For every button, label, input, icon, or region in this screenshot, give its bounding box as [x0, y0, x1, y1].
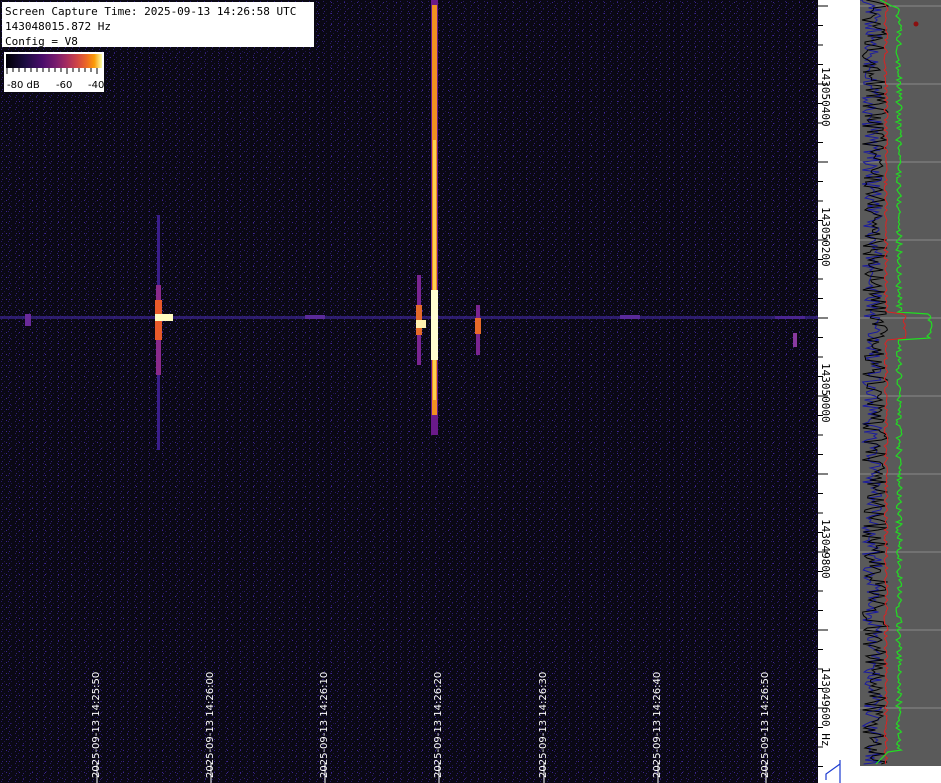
frequency-label: 143050000	[819, 363, 832, 423]
spectrum-red-trace	[883, 0, 907, 765]
time-label: 2025-09-13 14:26:20	[433, 671, 444, 778]
time-label: 2025-09-13 14:25:50	[91, 671, 102, 778]
info-panel: Screen Capture Time: 2025-09-13 14:26:58…	[2, 2, 314, 48]
colorbar-legend: -80 dB -60 -40	[4, 52, 104, 92]
main-streak-core	[433, 140, 436, 400]
colorbar-label-min: -80 dB	[7, 80, 40, 91]
frequency-label: 143049800	[819, 519, 832, 579]
capture-time-text: Screen Capture Time: 2025-09-13 14:26:58…	[5, 5, 297, 18]
time-label: 2025-09-13 14:26:30	[538, 671, 549, 778]
waterfall-display[interactable]: Screen Capture Time: 2025-09-13 14:26:58…	[0, 0, 818, 783]
colorbar-label-max: -40	[88, 80, 105, 91]
waterfall-plot	[0, 0, 818, 783]
signal-blip	[775, 316, 805, 319]
frequency-label: 143050200	[819, 207, 832, 267]
signal-blip	[305, 315, 325, 319]
time-label: 2025-09-13 14:26:50	[760, 671, 771, 778]
main-streak-peak	[431, 290, 438, 360]
spectrum-panel[interactable]	[860, 0, 941, 766]
time-label: 2025-09-13 14:26:40	[652, 671, 663, 778]
noise-floor-sparse	[0, 0, 818, 783]
colorbar-label-mid: -60	[56, 80, 73, 91]
spectrum-plot	[860, 0, 941, 765]
frequency-axis: 143050400 143050200 143050000 143049800 …	[818, 0, 860, 783]
frequency-label: 143050400	[819, 67, 832, 127]
frequency-label: 143049600 Hz	[819, 667, 832, 747]
carrier-line	[0, 316, 818, 319]
marker-dot-icon	[913, 21, 919, 27]
colorbar-gradient	[6, 54, 102, 68]
time-label: 2025-09-13 14:26:00	[205, 671, 216, 778]
burst-core	[475, 318, 481, 334]
burst-peak	[416, 320, 426, 328]
colorbar-ticks	[6, 68, 98, 74]
signal-blip	[620, 315, 640, 319]
config-text: Config = V8	[5, 35, 78, 48]
scroll-marker-icon	[825, 763, 841, 780]
time-label: 2025-09-13 14:26:10	[319, 671, 330, 778]
signal-blip	[793, 333, 797, 347]
frequency-text: 143048015.872 Hz	[5, 20, 111, 33]
burst-peak	[155, 314, 173, 321]
signal-blip	[25, 314, 31, 326]
